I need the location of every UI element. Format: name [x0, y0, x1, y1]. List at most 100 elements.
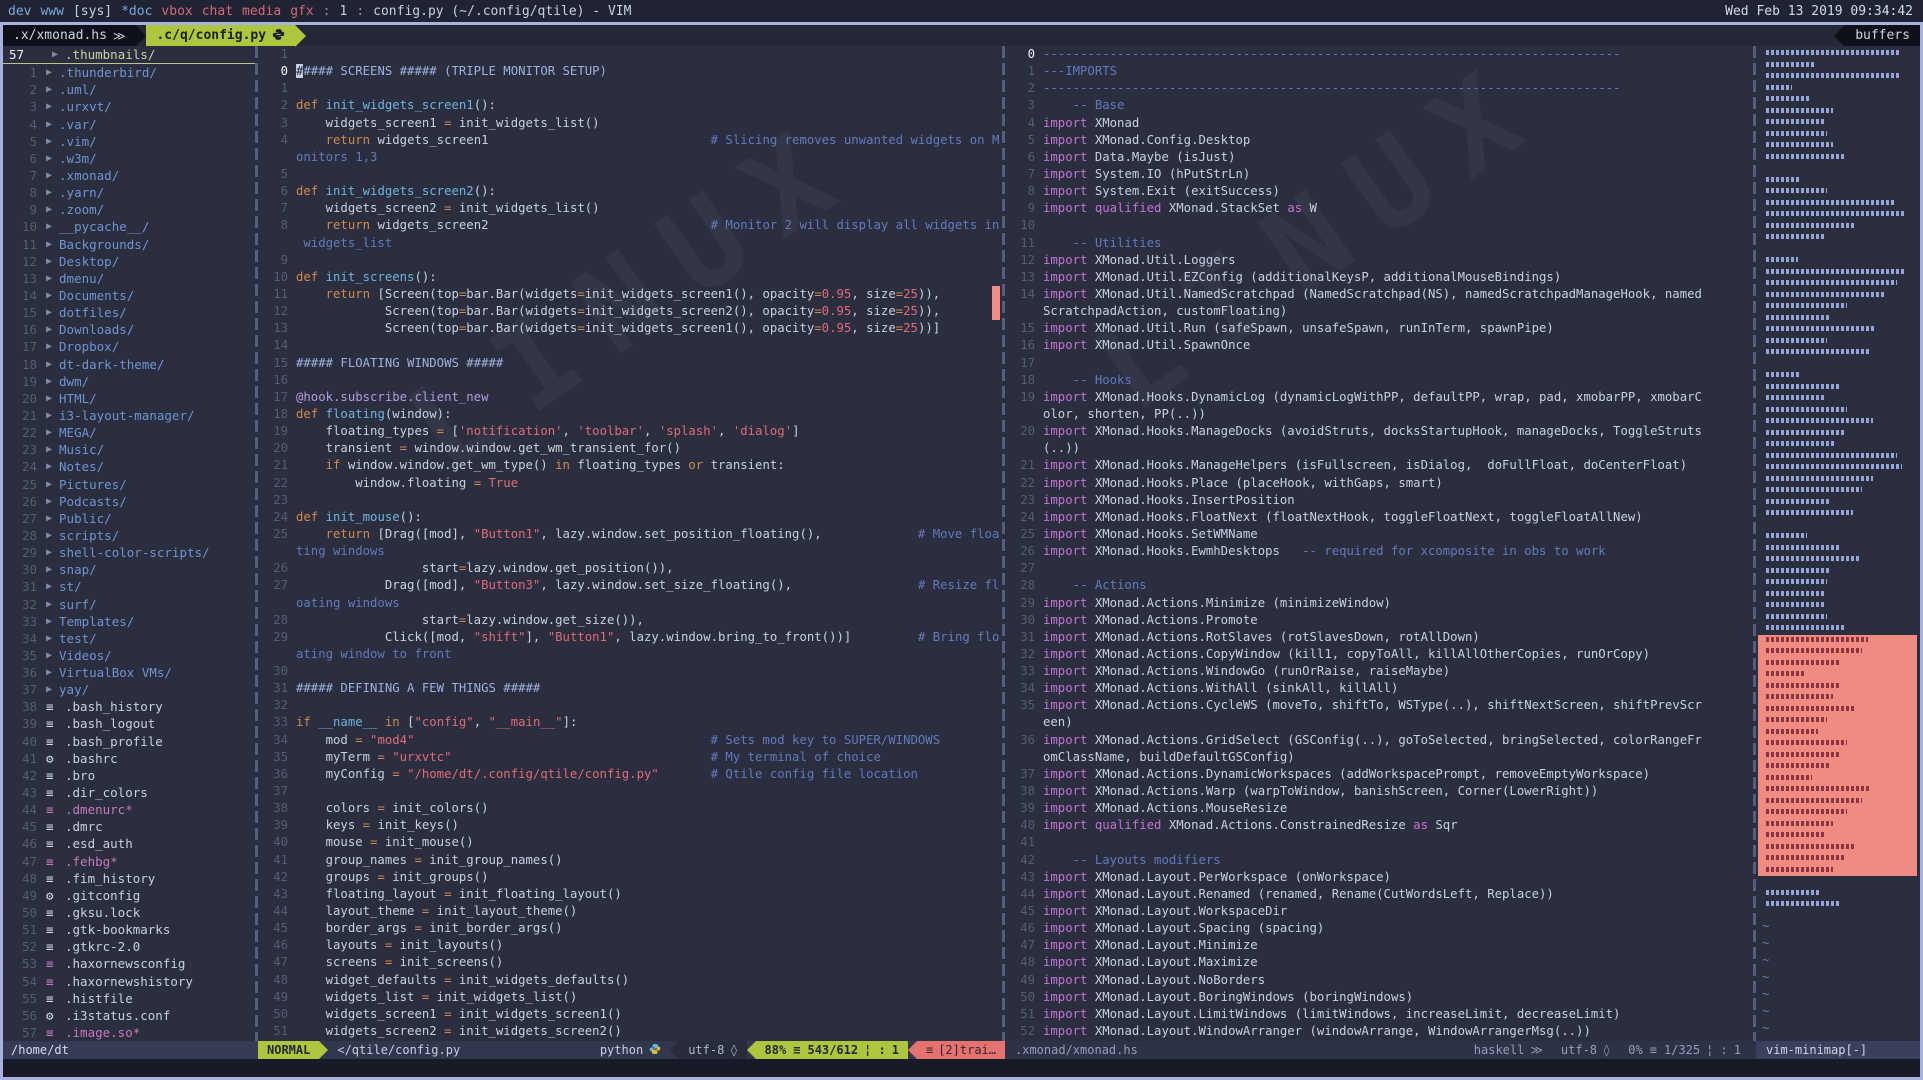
tree-row[interactable]: 16▶Downloads/	[3, 321, 255, 338]
tree-row[interactable]: 56⚙.i3status.conf	[3, 1007, 255, 1024]
tree-row[interactable]: 32▶surf/	[3, 596, 255, 613]
code-row[interactable]: 33import XMonad.Actions.WindowGo (runOrR…	[1005, 663, 1753, 680]
code-row[interactable]: 20import XMonad.Hooks.ManageDocks (avoid…	[1005, 423, 1753, 440]
tree-row[interactable]: 49⚙.gitconfig	[3, 887, 255, 904]
code-row[interactable]: 21import XMonad.Hooks.ManageHelpers (isF…	[1005, 457, 1753, 474]
code-row[interactable]: een)	[1005, 714, 1753, 731]
code-row[interactable]: 43import XMonad.Layout.PerWorkspace (onW…	[1005, 869, 1753, 886]
tree-row[interactable]: 23▶Music/	[3, 441, 255, 458]
tree-row[interactable]: 5▶.vim/	[3, 133, 255, 150]
code-row[interactable]: 11 return [Screen(top=bar.Bar(widgets=in…	[258, 286, 1002, 303]
code-row[interactable]: 31##### DEFINING A FEW THINGS #####	[258, 680, 1002, 697]
tree-row[interactable]: 28▶scripts/	[3, 527, 255, 544]
code-row[interactable]: 17@hook.subscribe.client_new	[258, 389, 1002, 406]
code-row[interactable]: (..))	[1005, 440, 1753, 457]
code-row[interactable]: 42 -- Layouts modifiers	[1005, 852, 1753, 869]
tree-row[interactable]: 17▶Dropbox/	[3, 338, 255, 355]
tree-row[interactable]: 50≡.gksu.lock	[3, 904, 255, 921]
code-row[interactable]: 27	[1005, 560, 1753, 577]
tree-row[interactable]: 18▶dt-dark-theme/	[3, 356, 255, 373]
tab-xmonad-hs[interactable]: .x/xmonad.hs≫	[3, 25, 135, 46]
code-row[interactable]: 41 group_names = init_group_names()	[258, 852, 1002, 869]
xmobar-segment[interactable]: gfx	[290, 4, 313, 19]
tree-row[interactable]: 41⚙.bashrc	[3, 750, 255, 767]
tree-row[interactable]: 40≡.bash_profile	[3, 733, 255, 750]
tree-row[interactable]: 57≡.image.so*	[3, 1024, 255, 1041]
tree-row[interactable]: 7▶.xmonad/	[3, 167, 255, 184]
xmobar-segment[interactable]: dev	[8, 4, 31, 19]
code-row[interactable]: 22 window.floating = True	[258, 475, 1002, 492]
code-row[interactable]: 5import XMonad.Config.Desktop	[1005, 132, 1753, 149]
code-row[interactable]: 37	[258, 783, 1002, 800]
tree-row[interactable]: 54≡.haxornewshistory	[3, 973, 255, 990]
tree-row[interactable]: 15▶dotfiles/	[3, 304, 255, 321]
code-row[interactable]: 13 Screen(top=bar.Bar(widgets=init_widge…	[258, 320, 1002, 337]
tree-row[interactable]: 24▶Notes/	[3, 458, 255, 475]
tree-row[interactable]: 30▶snap/	[3, 561, 255, 578]
tree-row[interactable]: 6▶.w3m/	[3, 150, 255, 167]
code-row[interactable]: 38 colors = init_colors()	[258, 800, 1002, 817]
config-py-pane[interactable]: LINUX 10##### SCREENS ##### (TRIPLE MONI…	[258, 46, 1002, 1041]
code-row[interactable]: 41	[1005, 834, 1753, 851]
xmobar-segment[interactable]: vbox	[161, 4, 192, 19]
tree-row[interactable]: 25▶Pictures/	[3, 476, 255, 493]
code-row[interactable]: 4 return widgets_screen1 # Slicing remov…	[258, 132, 1002, 149]
vim-command-line[interactable]	[3, 1059, 1920, 1077]
code-row[interactable]: 3 widgets_screen1 = init_widgets_list()	[258, 115, 1002, 132]
code-row[interactable]: 7 widgets_screen2 = init_widgets_list()	[258, 200, 1002, 217]
code-row[interactable]: 21 if window.window.get_wm_type() in flo…	[258, 457, 1002, 474]
code-row[interactable]: 35 myTerm = "urxvtc" # My terminal of ch…	[258, 749, 1002, 766]
code-row[interactable]: ScratchpadAction, customFloating)	[1005, 303, 1753, 320]
tree-row[interactable]: 55≡.histfile	[3, 990, 255, 1007]
code-row[interactable]: 10def init_screens():	[258, 269, 1002, 286]
code-row[interactable]: 8import System.Exit (exitSuccess)	[1005, 183, 1753, 200]
code-row[interactable]: 28 start=lazy.window.get_size()),	[258, 612, 1002, 629]
tree-row[interactable]: 20▶HTML/	[3, 390, 255, 407]
code-row[interactable]: 50import XMonad.Layout.BoringWindows (bo…	[1005, 989, 1753, 1006]
code-row[interactable]: 24def init_mouse():	[258, 509, 1002, 526]
tree-row[interactable]: 9▶.zoom/	[3, 201, 255, 218]
code-row[interactable]: 47import XMonad.Layout.Minimize	[1005, 937, 1753, 954]
code-row[interactable]: 29import XMonad.Actions.Minimize (minimi…	[1005, 595, 1753, 612]
xmobar-segment[interactable]: *doc	[121, 4, 152, 19]
code-row[interactable]: 36 myConfig = "/home/dt/.config/qtile/co…	[258, 766, 1002, 783]
xmobar-segment[interactable]: :	[356, 4, 364, 19]
code-row[interactable]: 26import XMonad.Hooks.EwmhDesktops -- re…	[1005, 543, 1753, 560]
tree-row[interactable]: 8▶.yarn/	[3, 184, 255, 201]
code-row[interactable]: ting windows	[258, 543, 1002, 560]
code-row[interactable]: 35import XMonad.Actions.CycleWS (moveTo,…	[1005, 697, 1753, 714]
tree-row[interactable]: 3▶.urxvt/	[3, 98, 255, 115]
code-row[interactable]: 18def floating(window):	[258, 406, 1002, 423]
code-row[interactable]: omClassName, buildDefaultGSConfig)	[1005, 749, 1753, 766]
tree-row[interactable]: 57▶.thumbnails/	[3, 46, 255, 64]
code-row[interactable]: 45import XMonad.Layout.WorkspaceDir	[1005, 903, 1753, 920]
code-row[interactable]: 0##### SCREENS ##### (TRIPLE MONITOR SET…	[258, 63, 1002, 80]
tab-config-py-active[interactable]: .c/q/config.py	[146, 25, 295, 46]
code-row[interactable]: 43 floating_layout = init_floating_layou…	[258, 886, 1002, 903]
tree-row[interactable]: 12▶Desktop/	[3, 253, 255, 270]
xmobar-segment[interactable]: chat	[202, 4, 233, 19]
code-row[interactable]: 26 start=lazy.window.get_position()),	[258, 560, 1002, 577]
code-row[interactable]: 6def init_widgets_screen2():	[258, 183, 1002, 200]
code-row[interactable]: 39 keys = init_keys()	[258, 817, 1002, 834]
code-row[interactable]: 1	[258, 46, 1002, 63]
code-row[interactable]: 14import XMonad.Util.NamedScratchpad (Na…	[1005, 286, 1753, 303]
tree-row[interactable]: 2▶.uml/	[3, 81, 255, 98]
code-row[interactable]: 36import XMonad.Actions.GridSelect (GSCo…	[1005, 732, 1753, 749]
code-row[interactable]: 37import XMonad.Actions.DynamicWorkspace…	[1005, 766, 1753, 783]
xmobar-segment[interactable]: 1	[340, 4, 348, 19]
tree-row[interactable]: 33▶Templates/	[3, 613, 255, 630]
xmobar-segment[interactable]: :	[323, 4, 331, 19]
tree-row[interactable]: 26▶Podcasts/	[3, 493, 255, 510]
tree-row[interactable]: 27▶Public/	[3, 510, 255, 527]
tree-row[interactable]: 34▶test/	[3, 630, 255, 647]
code-row[interactable]: 31import XMonad.Actions.RotSlaves (rotSl…	[1005, 629, 1753, 646]
code-row[interactable]: 3 -- Base	[1005, 97, 1753, 114]
code-row[interactable]: 50 widgets_screen1 = init_widgets_screen…	[258, 1006, 1002, 1023]
code-row[interactable]: 9	[258, 252, 1002, 269]
tree-row[interactable]: 37▶yay/	[3, 681, 255, 698]
code-row[interactable]: 33if __name__ in ["config", "__main__"]:	[258, 714, 1002, 731]
tree-row[interactable]: 42≡.bro	[3, 767, 255, 784]
code-row[interactable]: onitors 1,3	[258, 149, 1002, 166]
code-row[interactable]: 20 transient = window.window.get_wm_tran…	[258, 440, 1002, 457]
